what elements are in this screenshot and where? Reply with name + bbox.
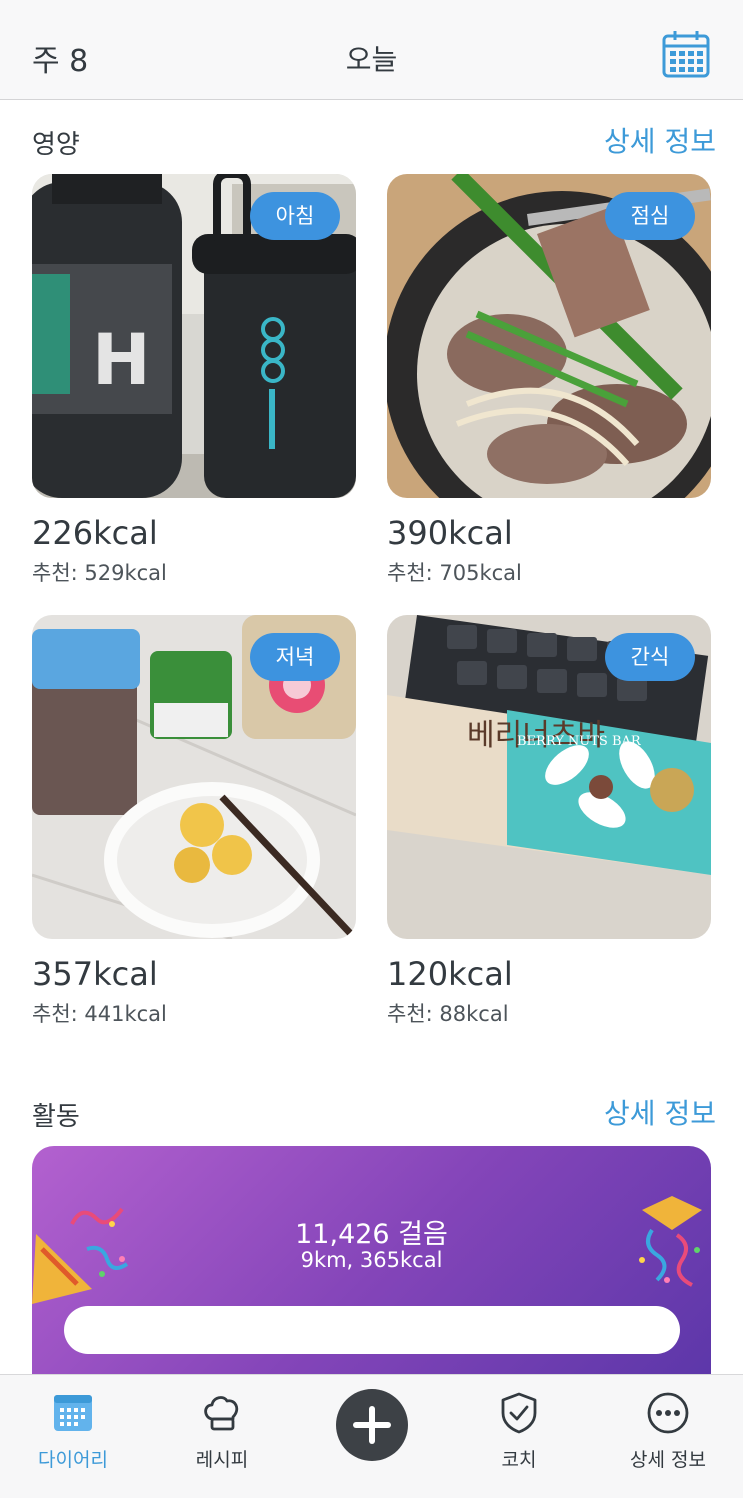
meal-badge: 아침 <box>250 192 340 240</box>
activity-summary: 9km, 365kcal <box>300 1248 443 1272</box>
tab-label: 코치 <box>501 1449 537 1471</box>
steps-count: 11,426 걸음 <box>295 1219 448 1250</box>
chef-hat-icon <box>204 1396 239 1431</box>
meal-badge: 저녁 <box>250 633 340 681</box>
meal-kcal: 390kcal <box>387 514 513 552</box>
more-dots-icon <box>647 1392 689 1434</box>
tab-label: 다이어리 <box>38 1449 108 1471</box>
add-button[interactable] <box>336 1389 408 1461</box>
meal-recommended: 추천: 88kcal <box>387 1002 509 1026</box>
meal-recommended: 추천: 529kcal <box>32 561 167 585</box>
meal-recommended: 추천: 441kcal <box>32 1002 167 1026</box>
tab-label: 상세 정보 <box>630 1449 706 1471</box>
calendar-icon <box>54 1395 92 1431</box>
tab-more[interactable]: 상세 정보 <box>603 1375 733 1498</box>
meal-kcal: 357kcal <box>32 955 158 993</box>
bottom-tab-bar: 다이어리 레시피 코치 상세 정보 <box>0 1374 743 1498</box>
page-title: 오늘 <box>345 43 398 76</box>
tab-recipe[interactable]: 레시피 <box>157 1375 287 1498</box>
meal-badge: 간식 <box>605 633 695 681</box>
nutrition-detail-link[interactable]: 상세 정보 <box>500 120 716 160</box>
activity-card[interactable]: 11,426 걸음 9km, 365kcal <box>32 1146 711 1406</box>
shield-check-icon <box>501 1392 537 1434</box>
plus-icon <box>353 1406 391 1444</box>
activity-detail-link[interactable]: 상세 정보 <box>500 1092 716 1132</box>
svg-text:H: H <box>92 319 151 401</box>
meal-badge: 점심 <box>605 192 695 240</box>
meal-kcal: 226kcal <box>32 514 158 552</box>
meal-recommended: 추천: 705kcal <box>387 561 522 585</box>
meal-card-snack[interactable]: 베리너츠바 BERRY NUTS BAR 간식 <box>387 615 711 939</box>
steps-progress-bar <box>64 1306 680 1354</box>
svg-text:BERRY NUTS BAR: BERRY NUTS BAR <box>517 734 642 749</box>
meal-kcal: 120kcal <box>387 955 513 993</box>
meal-card-breakfast[interactable]: H 아침 <box>32 174 356 498</box>
calendar-icon[interactable] <box>660 28 712 80</box>
tab-coach[interactable]: 코치 <box>454 1375 584 1498</box>
meal-card-dinner[interactable]: 저녁 <box>32 615 356 939</box>
activity-section-title: 활동 <box>32 1102 80 1132</box>
meal-card-lunch[interactable]: 점심 <box>387 174 711 498</box>
nutrition-section-title: 영양 <box>32 130 80 160</box>
tab-label: 레시피 <box>195 1449 249 1471</box>
top-header: 주 8 오늘 <box>0 0 743 100</box>
tab-diary[interactable]: 다이어리 <box>8 1375 138 1498</box>
